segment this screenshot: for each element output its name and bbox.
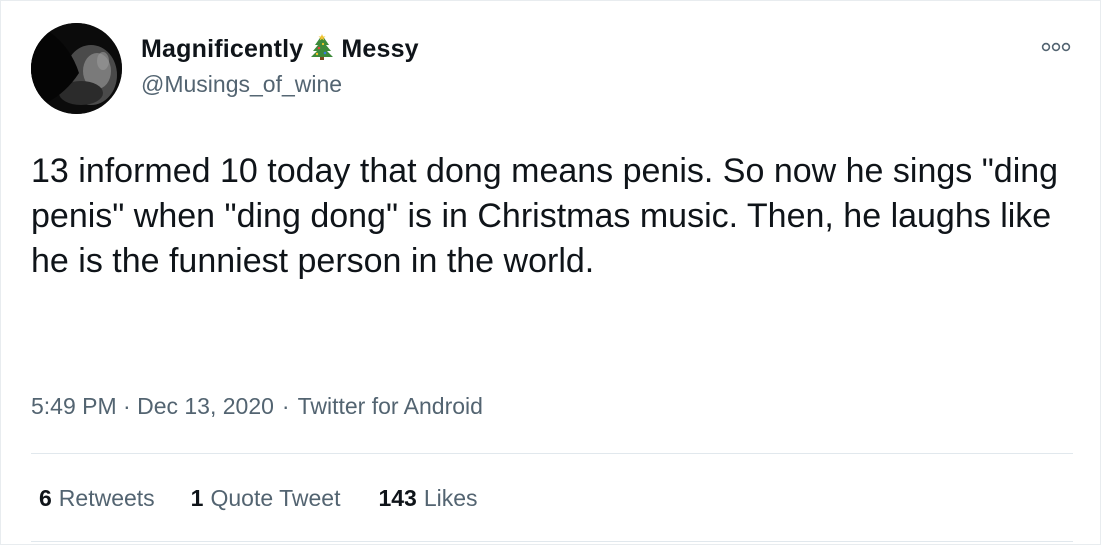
display-name-part1: Magnificently xyxy=(141,35,304,63)
tweet-timestamp[interactable]: 5:49 PM · Dec 13, 2020 xyxy=(31,393,274,419)
avatar-image xyxy=(31,23,122,114)
user-handle[interactable]: @Musings_of_wine xyxy=(141,71,342,98)
divider xyxy=(31,453,1073,454)
retweets-count: 6 xyxy=(39,485,52,511)
quote-tweets-stat[interactable]: 1 Quote Tweet xyxy=(191,485,341,512)
likes-count: 143 xyxy=(378,485,417,511)
tweet-source[interactable]: Twitter for Android xyxy=(298,393,483,419)
retweets-stat[interactable]: 6 Retweets xyxy=(39,485,155,512)
retweets-label: Retweets xyxy=(58,485,155,511)
quote-tweets-count: 1 xyxy=(190,485,204,511)
christmas-tree-icon xyxy=(309,34,335,60)
display-name-part2: Messy xyxy=(341,35,419,63)
tweet-text: 13 informed 10 today that dong means pen… xyxy=(31,152,1059,280)
tweet-meta: 5:49 PM · Dec 13, 2020 · Twitter for Andro… xyxy=(31,393,483,420)
engagement-stats: 6 Retweets 1 Quote Tweet 143 Likes xyxy=(39,485,478,512)
more-options-button[interactable] xyxy=(1039,35,1073,59)
likes-stat[interactable]: 143 Likes xyxy=(378,485,477,512)
quote-tweets-label: Quote Tweet xyxy=(210,485,341,511)
bottom-divider xyxy=(31,541,1073,542)
meta-separator: · xyxy=(281,393,290,419)
avatar[interactable] xyxy=(31,23,122,114)
more-options-icon xyxy=(1041,42,1071,52)
display-name[interactable]: Magnificently Messy xyxy=(141,34,419,64)
likes-label: Likes xyxy=(423,485,478,511)
tweet-card: Magnificently Messy @Musings_of_wine 13 … xyxy=(0,0,1101,545)
